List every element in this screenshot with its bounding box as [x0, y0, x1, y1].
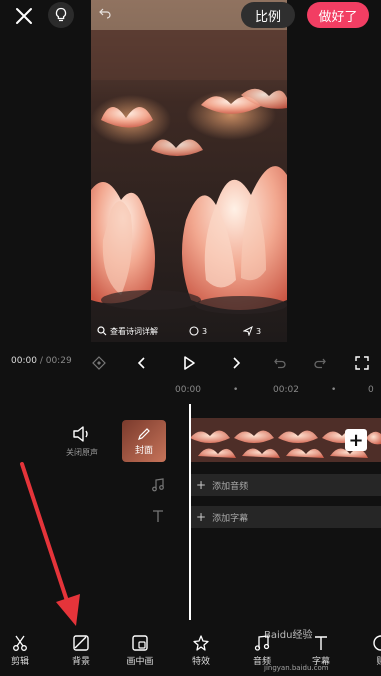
edit-pencil-icon [138, 427, 150, 440]
done-button[interactable]: 做好了 [307, 2, 369, 28]
scissors-icon [13, 635, 27, 651]
previous-button[interactable] [131, 352, 153, 374]
nav-label-pip: 画中画 [126, 657, 154, 667]
add-audio-plus-icon: + [196, 478, 207, 492]
mute-original-label: 关闭原声 [66, 448, 98, 457]
nav-label-sticker: 贴 [376, 657, 381, 667]
preview-back-icon [99, 8, 111, 19]
baidu-watermark: Baidu经验 [264, 630, 313, 641]
share-icon [243, 326, 253, 336]
close-button[interactable] [12, 4, 36, 28]
ruler-dot-1: • [233, 385, 239, 395]
undo-icon [274, 358, 286, 369]
cover-button[interactable]: 封面 [122, 420, 166, 462]
sticker-icon [373, 635, 381, 651]
lightbulb-icon [55, 7, 67, 22]
mute-original-button[interactable]: 关闭原声 [60, 425, 104, 458]
nav-item-sticker[interactable]: 贴 [356, 628, 381, 667]
total-time: 00:29 [45, 356, 72, 366]
plus-icon: + [348, 429, 364, 451]
lotus-lantern-image [91, 0, 287, 342]
time-separator: / [39, 356, 43, 366]
nav-item-background[interactable]: 背景 [56, 628, 106, 667]
redo-button[interactable] [309, 352, 331, 374]
share-count-text: 3 [256, 326, 262, 336]
time-display: 00:00 / 00:29 [11, 356, 72, 366]
text-icon [315, 636, 327, 650]
ruler-mark-2: 00:02 [273, 385, 299, 395]
next-button[interactable] [225, 352, 247, 374]
cover-label: 封面 [134, 445, 153, 456]
comment-icon [189, 326, 199, 336]
playhead[interactable] [189, 404, 191, 620]
tips-button[interactable] [48, 2, 74, 28]
current-time: 00:00 [11, 356, 37, 366]
undo-button[interactable] [269, 352, 291, 374]
add-subtitle-label: 添加字幕 [212, 513, 249, 524]
overlay-link[interactable]: 查看诗词详解 [97, 326, 158, 337]
chevron-left-icon [137, 357, 145, 369]
ruler-dot-2: • [331, 385, 337, 395]
ratio-button[interactable]: 比例 [241, 2, 295, 28]
share-count[interactable]: 3 [243, 326, 261, 336]
speaker-icon [73, 426, 88, 442]
close-icon [16, 8, 32, 24]
nav-label-background: 背景 [71, 657, 90, 667]
play-button[interactable] [178, 352, 200, 374]
redo-icon [314, 358, 326, 369]
add-subtitle-track[interactable]: + 添加字幕 [190, 506, 381, 528]
nav-item-effects[interactable]: 特效 [176, 628, 226, 667]
add-audio-label: 添加音频 [212, 481, 249, 492]
video-preview[interactable]: 查看诗词详解 3 3 [91, 0, 287, 342]
add-subtitle-plus-icon: + [196, 510, 207, 524]
comment-count-text: 3 [202, 326, 208, 336]
nav-item-pip[interactable]: 画中画 [115, 628, 165, 667]
search-icon [97, 326, 107, 336]
nav-label-edit: 剪辑 [10, 657, 29, 667]
fullscreen-icon [355, 356, 369, 370]
fullscreen-button[interactable] [351, 352, 373, 374]
music-note-icon [152, 478, 164, 492]
chevron-right-icon [233, 357, 241, 369]
comment-count[interactable]: 3 [189, 326, 207, 336]
keyframe-button[interactable] [88, 352, 110, 374]
nav-item-edit[interactable]: 剪辑 [0, 628, 45, 667]
text-t-icon [153, 510, 163, 522]
preview-overlay-bar: 查看诗词详解 3 3 [91, 320, 287, 342]
ruler-mark-partial: 0 [368, 385, 374, 395]
keyframe-icon [92, 356, 106, 370]
effects-icon [193, 635, 209, 651]
pip-icon [132, 635, 148, 651]
nav-label-effects: 特效 [191, 657, 210, 667]
background-icon [73, 635, 89, 651]
add-clip-button[interactable]: + [345, 429, 367, 451]
baidu-watermark-url: jingyan.baidu.com [264, 664, 329, 672]
play-icon [184, 356, 195, 370]
time-ruler: 00:00 • 00:02 • 0 [0, 382, 381, 400]
overlay-link-text: 查看诗词详解 [110, 326, 158, 336]
playback-controls: 00:00 / 00:29 [0, 348, 381, 378]
annotation-arrow [20, 462, 80, 626]
add-audio-track[interactable]: + 添加音频 [190, 474, 381, 496]
ruler-mark-0: 00:00 [175, 385, 201, 395]
